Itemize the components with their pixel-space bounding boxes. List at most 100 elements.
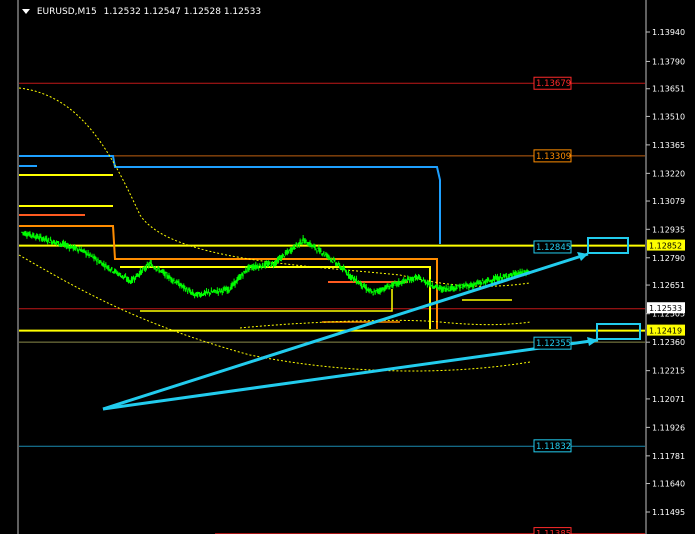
candle-body — [329, 257, 331, 259]
axis-badge-text: 1.12419 — [649, 327, 682, 336]
candle-body — [505, 275, 508, 278]
candle-body — [89, 253, 91, 256]
candle-body — [242, 274, 244, 277]
candle-body — [87, 252, 89, 254]
candle-body — [97, 259, 99, 261]
candle-body — [217, 291, 219, 294]
price-tick-label: 1.13365 — [652, 141, 685, 150]
candle-body — [184, 285, 186, 288]
candle-body — [460, 287, 462, 289]
price-tick-label: 1.12360 — [652, 338, 685, 347]
price-tick-label: 1.12790 — [652, 254, 685, 263]
candle-body — [511, 275, 513, 277]
candle-body — [283, 256, 286, 258]
price-label-text: 1.12845 — [536, 243, 571, 253]
price-tick-label: 1.12071 — [652, 395, 685, 404]
candle-body — [316, 251, 318, 253]
candle-body — [353, 277, 356, 279]
candle-body — [360, 282, 363, 287]
blue-step-line — [19, 155, 441, 244]
candle-body — [332, 261, 334, 263]
price-tick-label: 1.13220 — [652, 169, 685, 178]
price-chart[interactable]: 1.13940 1.13790 1.13651 1.13510 1.13365 1.132… — [0, 0, 695, 534]
price-label-text: 1.11385 — [536, 530, 571, 534]
candle-body — [466, 285, 468, 287]
symbol-label: EURUSD,M15 — [36, 7, 97, 17]
candle-body — [218, 289, 220, 291]
candle-body — [187, 291, 189, 293]
candle-body — [294, 247, 296, 249]
candle-body — [296, 245, 298, 247]
candle-body — [320, 250, 322, 252]
candle-body — [287, 251, 290, 254]
yellow-box-line — [140, 289, 393, 312]
candle-body — [323, 252, 325, 254]
price-label-text: 1.12355 — [536, 339, 571, 349]
candle-body — [216, 290, 219, 292]
candle-body — [186, 287, 188, 290]
candle-body — [47, 238, 50, 240]
candle-body — [111, 267, 113, 270]
orange-step-line — [19, 225, 438, 329]
candle-body — [105, 263, 107, 265]
candle-body — [48, 242, 51, 244]
candle-body — [408, 280, 411, 283]
candle-body — [351, 275, 354, 277]
candle-body — [480, 282, 483, 284]
price-tick-label: 1.13651 — [652, 85, 685, 94]
chart-window[interactable]: 1.13940 1.13790 1.13651 1.13510 1.13365 1.132… — [0, 0, 695, 534]
candle-body — [83, 249, 85, 251]
candle-body — [173, 280, 175, 282]
candle-body — [372, 294, 374, 296]
price-tick-label: 1.12215 — [652, 367, 685, 376]
candle-body — [501, 277, 504, 280]
candle-body — [456, 288, 458, 290]
candle-body — [405, 281, 408, 283]
dropdown-triangle-icon[interactable] — [22, 9, 30, 14]
candle-body — [268, 262, 271, 264]
upper-envelope — [18, 87, 531, 287]
candle-body — [420, 281, 423, 283]
price-tick-label: 1.12935 — [652, 225, 685, 234]
price-label-text: 1.13309 — [536, 152, 571, 162]
price-tick-label: 1.11926 — [652, 423, 685, 432]
axis-badge-text: 1.12533 — [649, 304, 682, 313]
price-label-text: 1.11832 — [536, 442, 571, 452]
candle-body — [91, 255, 93, 257]
candle-body — [258, 266, 260, 269]
candle-body — [185, 289, 187, 292]
price-tick-label: 1.13079 — [652, 197, 685, 206]
candle-body — [499, 275, 502, 277]
price-tick-label: 1.11640 — [652, 480, 685, 489]
candle-body — [333, 259, 336, 262]
candle-body — [301, 241, 303, 243]
candle-body — [481, 280, 484, 282]
candle-body — [491, 281, 494, 283]
candle-body — [141, 269, 144, 271]
price-tick-label: 1.12651 — [652, 281, 685, 290]
trendline-lower — [102, 338, 599, 411]
candle-body — [419, 277, 422, 279]
candle-body — [40, 235, 42, 237]
price-tick-label: 1.13940 — [652, 28, 685, 37]
candle-body — [145, 264, 147, 270]
price-label-text: 1.13679 — [536, 79, 571, 89]
candle-body — [282, 254, 285, 256]
candle-body — [228, 290, 230, 292]
candle-body — [336, 264, 339, 266]
candle-body — [77, 249, 79, 252]
price-tick-label: 1.13790 — [652, 57, 685, 66]
price-tick-label: 1.11495 — [652, 508, 685, 517]
candle-body — [305, 239, 307, 241]
quote-values: 1.12532 1.12547 1.12528 1.12533 — [103, 7, 262, 17]
price-tick-label: 1.13510 — [652, 112, 685, 121]
left-margin — [0, 0, 18, 534]
candle-body — [209, 293, 212, 295]
price-tick-label: 1.11781 — [652, 452, 685, 461]
candle-body — [154, 267, 156, 270]
chart-title: EURUSD,M15 1.12532 1.12547 1.12528 1.125… — [22, 7, 261, 17]
candle-body — [96, 260, 98, 263]
axis-badge-text: 1.12852 — [649, 242, 682, 251]
candle-body — [412, 279, 415, 281]
candle-body — [108, 267, 110, 270]
